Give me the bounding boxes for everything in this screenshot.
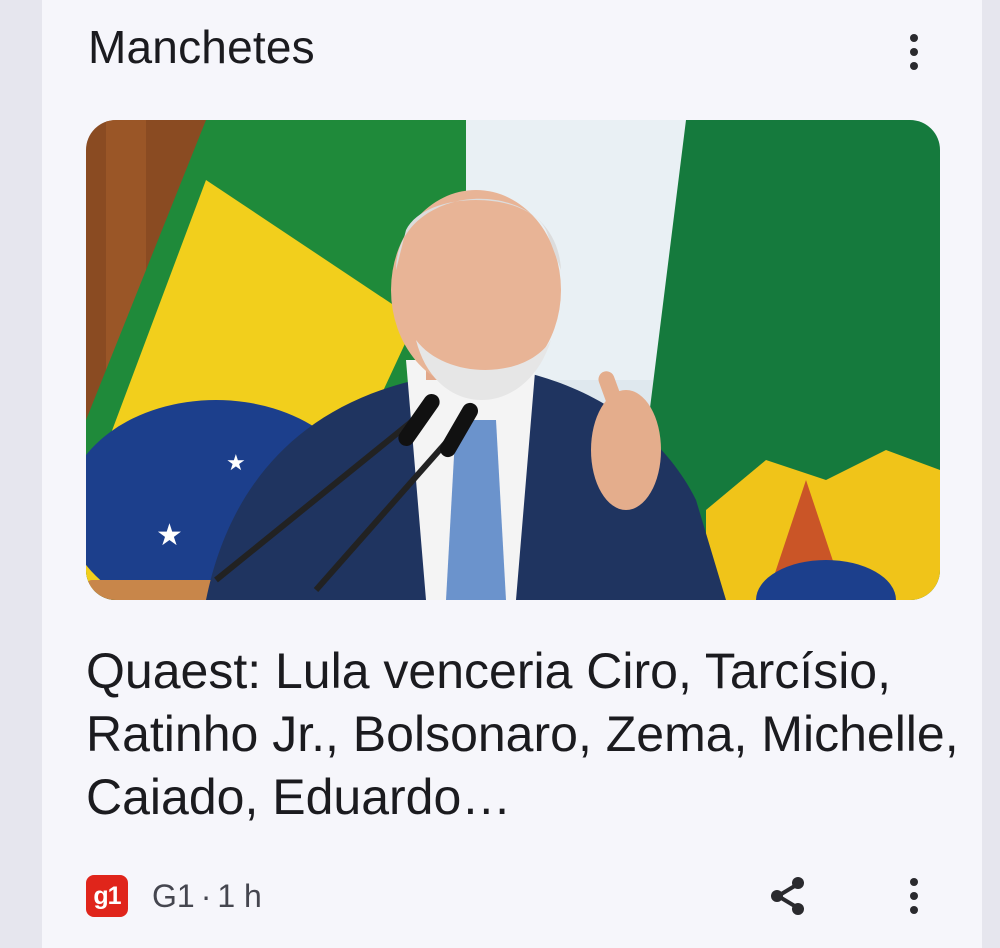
svg-text:★: ★ [226,450,246,475]
svg-text:★: ★ [156,519,183,552]
meta-separator: · [200,877,212,914]
article-headline[interactable]: Quaest: Lula venceria Ciro, Tarcísio, Ra… [86,640,966,829]
publisher-name: G1 [152,877,195,914]
publisher-logo: g1 [86,875,128,917]
section-title: Manchetes [88,21,315,73]
article-image[interactable]: ★ ★ [86,120,940,600]
article-more-options-icon[interactable] [900,874,928,918]
article-age: 1 h [217,877,262,914]
more-options-icon[interactable] [900,30,928,74]
share-icon[interactable] [764,872,812,920]
article-meta: g1 G1 · 1 h [86,872,262,920]
